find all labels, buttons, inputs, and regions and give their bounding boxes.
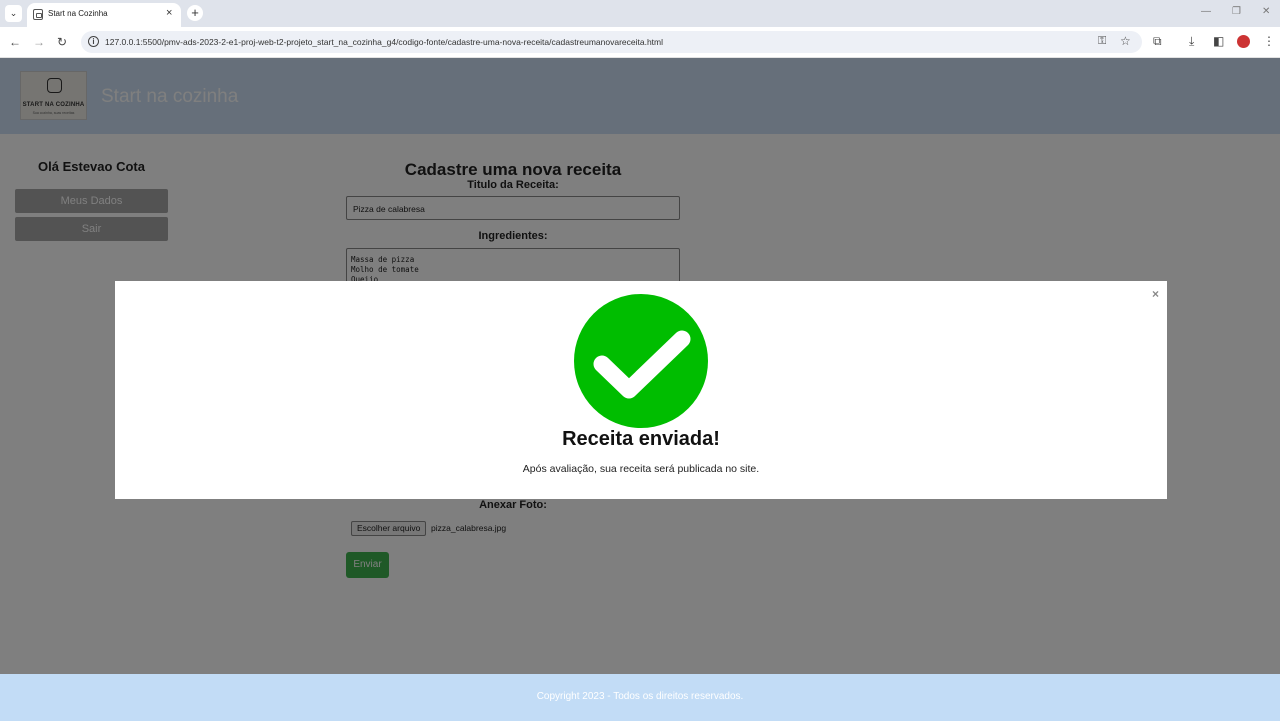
page-favicon-icon (33, 9, 43, 20)
extensions-icon[interactable]: ⧉ (1153, 34, 1162, 49)
menu-kebab-icon[interactable]: ⋮ (1263, 34, 1275, 48)
address-bar[interactable]: i 127.0.0.1:5500/pmv-ads-2023-2-e1-proj-… (81, 31, 1142, 53)
success-modal: × Receita enviada! Após avaliação, sua r… (115, 281, 1167, 499)
tab-close-icon[interactable]: × (166, 7, 172, 19)
reload-icon[interactable]: ↻ (57, 35, 67, 49)
site-info-icon[interactable]: i (88, 36, 99, 47)
window-close-icon[interactable]: ✕ (1262, 6, 1270, 17)
check-circle-icon (574, 294, 708, 428)
minimize-icon[interactable]: — (1201, 6, 1211, 17)
password-key-icon[interactable]: ⚿ (1098, 35, 1106, 48)
bookmark-star-icon[interactable]: ☆ (1120, 34, 1131, 48)
modal-close-icon[interactable]: × (1152, 287, 1159, 301)
browser-toolbar: ← → ↻ i 127.0.0.1:5500/pmv-ads-2023-2-e1… (0, 27, 1280, 58)
restore-icon[interactable]: ❐ (1232, 6, 1241, 17)
tab-search-dropdown-icon[interactable]: ⌄ (5, 5, 22, 22)
browser-tab[interactable]: Start na Cozinha × (27, 3, 181, 27)
url-text[interactable]: 127.0.0.1:5500/pmv-ads-2023-2-e1-proj-we… (105, 37, 663, 47)
downloads-icon[interactable]: ⤓ (1189, 34, 1194, 49)
profile-avatar-icon[interactable] (1237, 35, 1250, 48)
side-panel-icon[interactable]: ◧ (1213, 34, 1224, 48)
modal-title: Receita enviada! (562, 428, 720, 450)
modal-message: Após avaliação, sua receita será publica… (522, 463, 760, 475)
tab-title: Start na Cozinha (48, 9, 108, 18)
back-icon[interactable]: ← (9, 35, 21, 49)
footer-copyright: Copyright 2023 - Todos os direitos reser… (536, 691, 744, 702)
forward-icon[interactable]: → (33, 35, 45, 49)
new-tab-button[interactable]: + (187, 5, 203, 21)
browser-tab-bar: ⌄ Start na Cozinha × + — ❐ ✕ (0, 0, 1280, 27)
site-footer: Copyright 2023 - Todos os direitos reser… (0, 674, 1280, 721)
